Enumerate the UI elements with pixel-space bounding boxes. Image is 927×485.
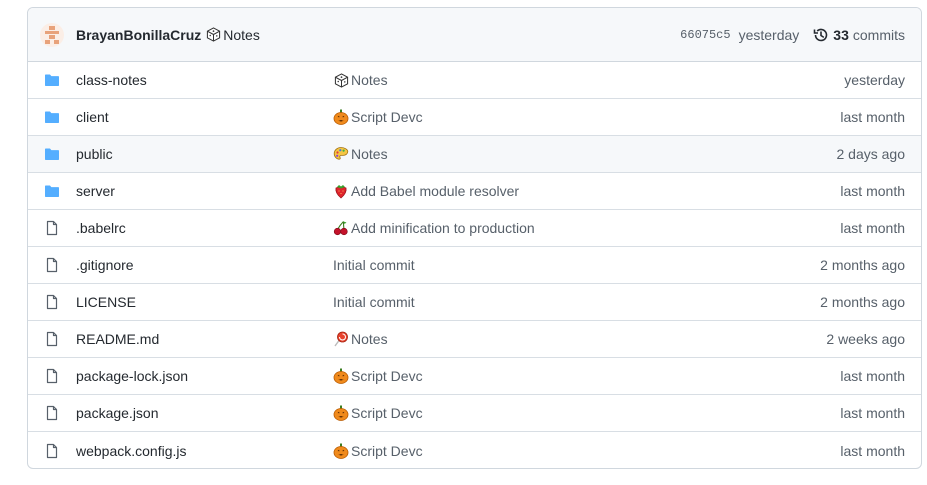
commit-meta: 66075c5 yesterday 33 commits (680, 27, 905, 43)
commit-time: yesterday (844, 72, 905, 88)
file-row[interactable]: LICENSE Initial commit 2 months ago (28, 284, 921, 321)
commit-time: 2 months ago (820, 294, 905, 310)
avatar[interactable] (40, 22, 64, 47)
commit-message-text: Script Devc (351, 368, 423, 384)
latest-commit-message[interactable]: Notes (205, 27, 260, 43)
file-name-link[interactable]: class-notes (76, 72, 333, 88)
file-row[interactable]: package.json Script Devc last month (28, 395, 921, 432)
commit-sha-link[interactable]: 66075c5 (680, 28, 730, 42)
commit-time: 2 days ago (836, 146, 906, 162)
file-name-link[interactable]: public (76, 146, 333, 162)
commit-time: last month (840, 109, 905, 125)
commit-message-text: Add minification to production (351, 220, 535, 236)
commit-message-link[interactable]: Script Devc (333, 109, 840, 125)
pumpkin-icon (333, 443, 349, 459)
file-name-link[interactable]: .gitignore (76, 257, 333, 273)
commit-message-text: Notes (351, 331, 388, 347)
dice-icon (333, 72, 349, 88)
commit-time: yesterday (738, 26, 800, 43)
palette-icon (333, 146, 349, 162)
pumpkin-icon (333, 405, 349, 421)
file-name-link[interactable]: webpack.config.js (76, 443, 333, 459)
commits-label: commits (852, 26, 905, 43)
file-name-link[interactable]: LICENSE (76, 294, 333, 310)
pumpkin-icon (333, 109, 349, 125)
commit-message-link[interactable]: Initial commit (333, 257, 820, 273)
commit-message-link[interactable]: Add Babel module resolver (333, 183, 840, 199)
cherries-icon (333, 220, 349, 236)
file-list: class-notes Notes yesterday client Script De… (28, 62, 921, 468)
commit-message-text: Notes (351, 146, 388, 162)
folder-icon (44, 72, 60, 88)
file-name-link[interactable]: package-lock.json (76, 368, 333, 384)
history-icon (813, 27, 829, 43)
file-icon (44, 294, 60, 310)
file-icon (44, 220, 60, 236)
folder-icon (44, 146, 60, 162)
commit-time: last month (840, 220, 905, 236)
commit-time: 2 months ago (820, 257, 905, 273)
folder-icon (44, 183, 60, 199)
dice-icon (205, 27, 221, 43)
commit-time: last month (840, 183, 905, 199)
commit-message-text: Initial commit (333, 294, 415, 310)
commit-time: last month (840, 442, 905, 459)
file-row[interactable]: .babelrc Add minification to production la… (28, 210, 921, 247)
commit-message-link[interactable]: Add minification to production (333, 220, 840, 236)
file-row[interactable]: README.md Notes 2 weeks ago (28, 321, 921, 358)
commit-message-link[interactable]: Notes (333, 146, 837, 162)
commit-message-link[interactable]: Initial commit (333, 294, 820, 310)
commit-author-link[interactable]: BrayanBonillaCruz (76, 27, 201, 43)
commit-message-text: Script Devc (351, 109, 423, 125)
commit-time: last month (840, 405, 905, 421)
commit-message-text: Add Babel module resolver (351, 183, 520, 199)
file-name-link[interactable]: server (76, 183, 333, 199)
latest-commit-header: BrayanBonillaCruz Notes 66075c5 yesterda… (28, 8, 921, 62)
file-row[interactable]: package-lock.json Script Devc last month (28, 358, 921, 395)
file-row[interactable]: public Notes 2 days ago (28, 136, 921, 173)
pumpkin-icon (333, 368, 349, 384)
file-row[interactable]: client Script Devc last month (28, 99, 921, 136)
file-name-link[interactable]: README.md (76, 331, 333, 347)
strawberry-icon (333, 183, 349, 199)
file-name-link[interactable]: .babelrc (76, 220, 333, 236)
commit-message-link[interactable]: Script Devc (333, 368, 840, 384)
lollipop-icon (333, 331, 349, 347)
file-icon (44, 405, 60, 421)
commit-message-text: Initial commit (333, 257, 415, 273)
commit-message-text: Script Devc (351, 442, 423, 459)
commit-message-link[interactable]: Script Devc (333, 443, 840, 459)
commit-message-text: Script Devc (351, 405, 423, 421)
commit-time: 2 weeks ago (826, 331, 905, 347)
commit-message-text: Notes (351, 72, 388, 88)
commits-link[interactable]: 33 commits (813, 27, 905, 43)
file-name-link[interactable]: package.json (76, 405, 333, 421)
commit-message-link[interactable]: Notes (333, 72, 844, 88)
file-browser: BrayanBonillaCruz Notes 66075c5 yesterda… (27, 7, 922, 469)
commit-message-link[interactable]: Notes (333, 331, 826, 347)
file-row[interactable]: .gitignore Initial commit 2 months ago (28, 247, 921, 284)
file-row[interactable]: server Add Babel module resolver last mont… (28, 173, 921, 210)
commit-message-link[interactable]: Script Devc (333, 405, 840, 421)
folder-icon (44, 109, 60, 125)
file-icon (44, 257, 60, 273)
file-row[interactable]: webpack.config.js Script Devc last month (28, 432, 921, 468)
file-icon (44, 368, 60, 384)
commit-count: 33 (833, 26, 849, 43)
file-icon (44, 331, 60, 347)
file-icon (44, 443, 60, 459)
file-name-link[interactable]: client (76, 109, 333, 125)
file-row[interactable]: class-notes Notes yesterday (28, 62, 921, 99)
commit-time: last month (840, 368, 905, 384)
